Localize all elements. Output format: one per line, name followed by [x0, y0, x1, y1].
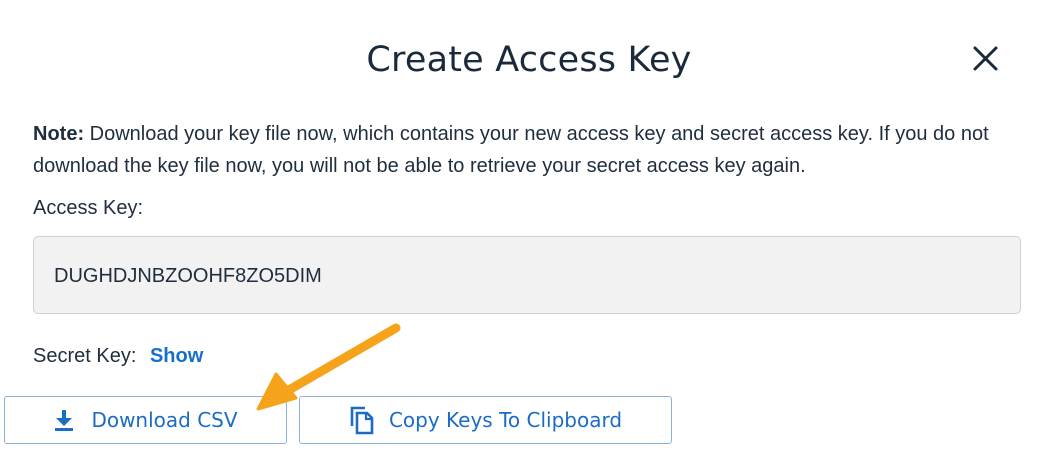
dialog-title: Create Access Key	[366, 40, 692, 80]
copy-keys-button[interactable]: Copy Keys To Clipboard	[299, 396, 672, 444]
note-text: Note: Download your key file now, which …	[33, 118, 1023, 182]
close-button[interactable]	[966, 40, 1006, 80]
show-secret-link[interactable]: Show	[150, 345, 203, 367]
access-key-field[interactable]: DUGHDJNBZOOHF8ZO5DIM	[33, 236, 1021, 314]
note-body: Download your key file now, which contai…	[33, 123, 989, 177]
secret-key-row: Secret Key: Show	[33, 342, 203, 370]
copy-icon	[349, 405, 375, 435]
download-icon	[53, 408, 75, 432]
access-key-label: Access Key:	[33, 197, 144, 219]
note-label: Note:	[33, 123, 85, 145]
secret-key-label: Secret Key:	[33, 345, 137, 367]
close-icon	[973, 46, 998, 71]
download-csv-label: Download CSV	[91, 408, 238, 432]
copy-keys-label: Copy Keys To Clipboard	[388, 408, 623, 432]
download-csv-button[interactable]: Download CSV	[4, 396, 287, 444]
